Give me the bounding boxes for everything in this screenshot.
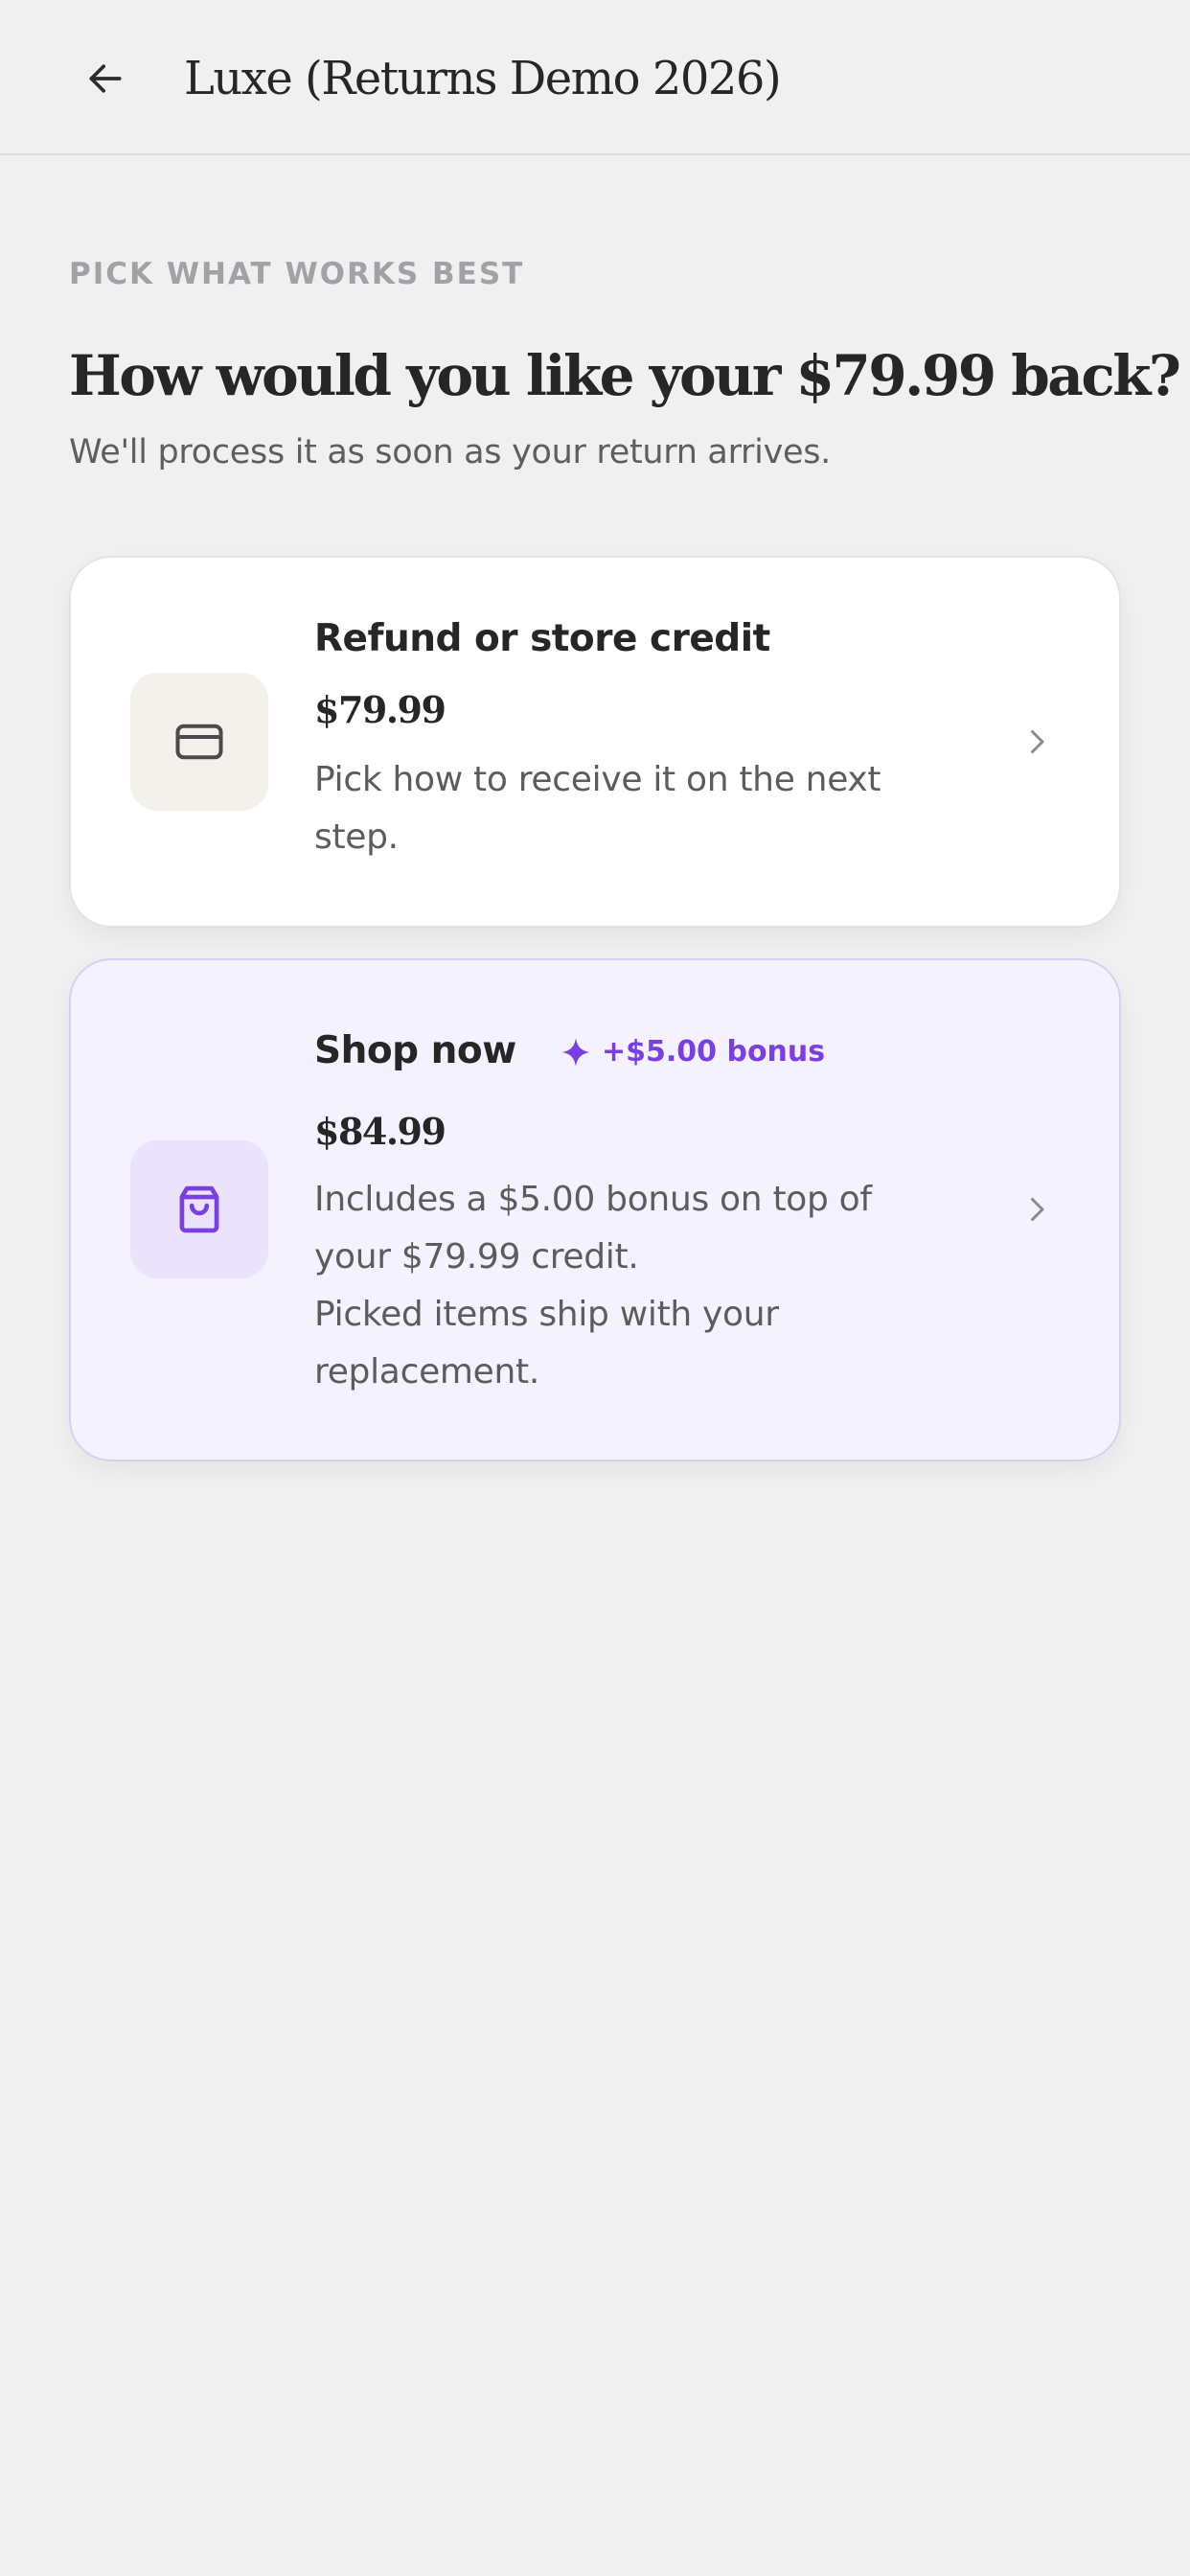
refund-option-description: Pick how to receive it on the next step.: [314, 751, 927, 866]
shop-icon-tile: [130, 1140, 268, 1278]
chevron-right-icon: [1018, 723, 1056, 761]
arrow-left-icon: [89, 64, 122, 93]
shop-now-option-card[interactable]: Shop now +$5.00 bonus $84.99 Includes a …: [69, 958, 1121, 1461]
description-line: your $79.99 credit.: [314, 1237, 639, 1276]
shop-now-option-title: Shop now: [314, 1029, 516, 1072]
page-title: Luxe (Returns Demo 2026): [184, 52, 782, 105]
shop-now-option-price: $84.99: [314, 1110, 446, 1153]
section-eyebrow: PICK WHAT WORKS BEST: [69, 257, 525, 291]
subheadline: We'll process it as soon as your return …: [69, 433, 831, 472]
description-line: Pick how to receive it on the next: [314, 760, 881, 799]
app-header: Luxe (Returns Demo 2026): [0, 0, 1190, 155]
refund-icon-tile: [130, 673, 268, 811]
description-line: replacement.: [314, 1352, 540, 1392]
chevron-right-icon: [1018, 1190, 1056, 1229]
description-line: Includes a $5.00 bonus on top of: [314, 1180, 872, 1219]
refund-option-card[interactable]: Refund or store credit $79.99 Pick how t…: [69, 556, 1121, 928]
refund-option-price: $79.99: [314, 688, 446, 731]
bonus-badge: +$5.00 bonus: [560, 1035, 825, 1069]
shop-now-option-description: Includes a $5.00 bonus on top of your $7…: [314, 1171, 927, 1401]
refund-option-title: Refund or store credit: [314, 617, 770, 660]
shopping-bag-icon: [179, 1185, 219, 1233]
headline: How would you like your $79.99 back?: [69, 343, 1181, 408]
description-line: Picked items ship with your: [314, 1295, 779, 1334]
credit-card-icon: [175, 724, 223, 760]
sparkle-icon: [561, 1037, 590, 1067]
bonus-badge-label: +$5.00 bonus: [602, 1035, 826, 1069]
description-line: step.: [314, 817, 399, 857]
back-button[interactable]: [69, 44, 142, 113]
